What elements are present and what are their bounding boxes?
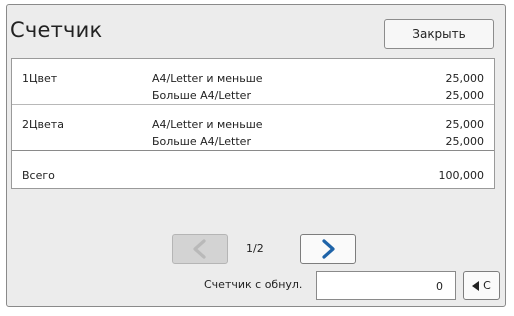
- table-row: 2Цвета A4/Letter и меньше 25,000 Больше …: [12, 105, 494, 151]
- row-value: 25,000: [445, 135, 485, 148]
- close-button[interactable]: Закрыть: [384, 19, 494, 49]
- row-sublabel: Больше A4/Letter: [152, 135, 251, 148]
- chevron-right-icon: [322, 239, 335, 259]
- triangle-left-icon: [472, 280, 480, 291]
- row-value: 25,000: [445, 89, 485, 102]
- page-indicator: 1/2: [246, 242, 264, 255]
- next-page-button[interactable]: [300, 234, 356, 264]
- chevron-left-icon: [193, 239, 206, 259]
- dialog-title: Счетчик: [10, 18, 103, 42]
- row-sublabel: A4/Letter и меньше: [152, 72, 263, 85]
- reset-counter-field[interactable]: 0: [316, 271, 456, 300]
- table-row: 1Цвет A4/Letter и меньше 25,000 Больше A…: [12, 59, 494, 105]
- row-category: 2Цвета: [22, 118, 64, 131]
- clear-label: C: [483, 279, 491, 292]
- total-label: Всего: [22, 169, 55, 182]
- reset-counter-value: 0: [436, 280, 443, 293]
- total-value: 100,000: [438, 169, 485, 182]
- total-row: Всего 100,000: [12, 151, 494, 189]
- reset-counter-label: Счетчик с обнул.: [204, 278, 303, 291]
- reset-counter-clear-button[interactable]: C: [463, 271, 500, 300]
- row-category: 1Цвет: [22, 72, 58, 85]
- row-value: 25,000: [445, 72, 485, 85]
- counter-table: 1Цвет A4/Letter и меньше 25,000 Больше A…: [11, 58, 495, 189]
- row-sublabel: Больше A4/Letter: [152, 89, 251, 102]
- row-value: 25,000: [445, 118, 485, 131]
- prev-page-button[interactable]: [172, 234, 228, 264]
- row-sublabel: A4/Letter и меньше: [152, 118, 263, 131]
